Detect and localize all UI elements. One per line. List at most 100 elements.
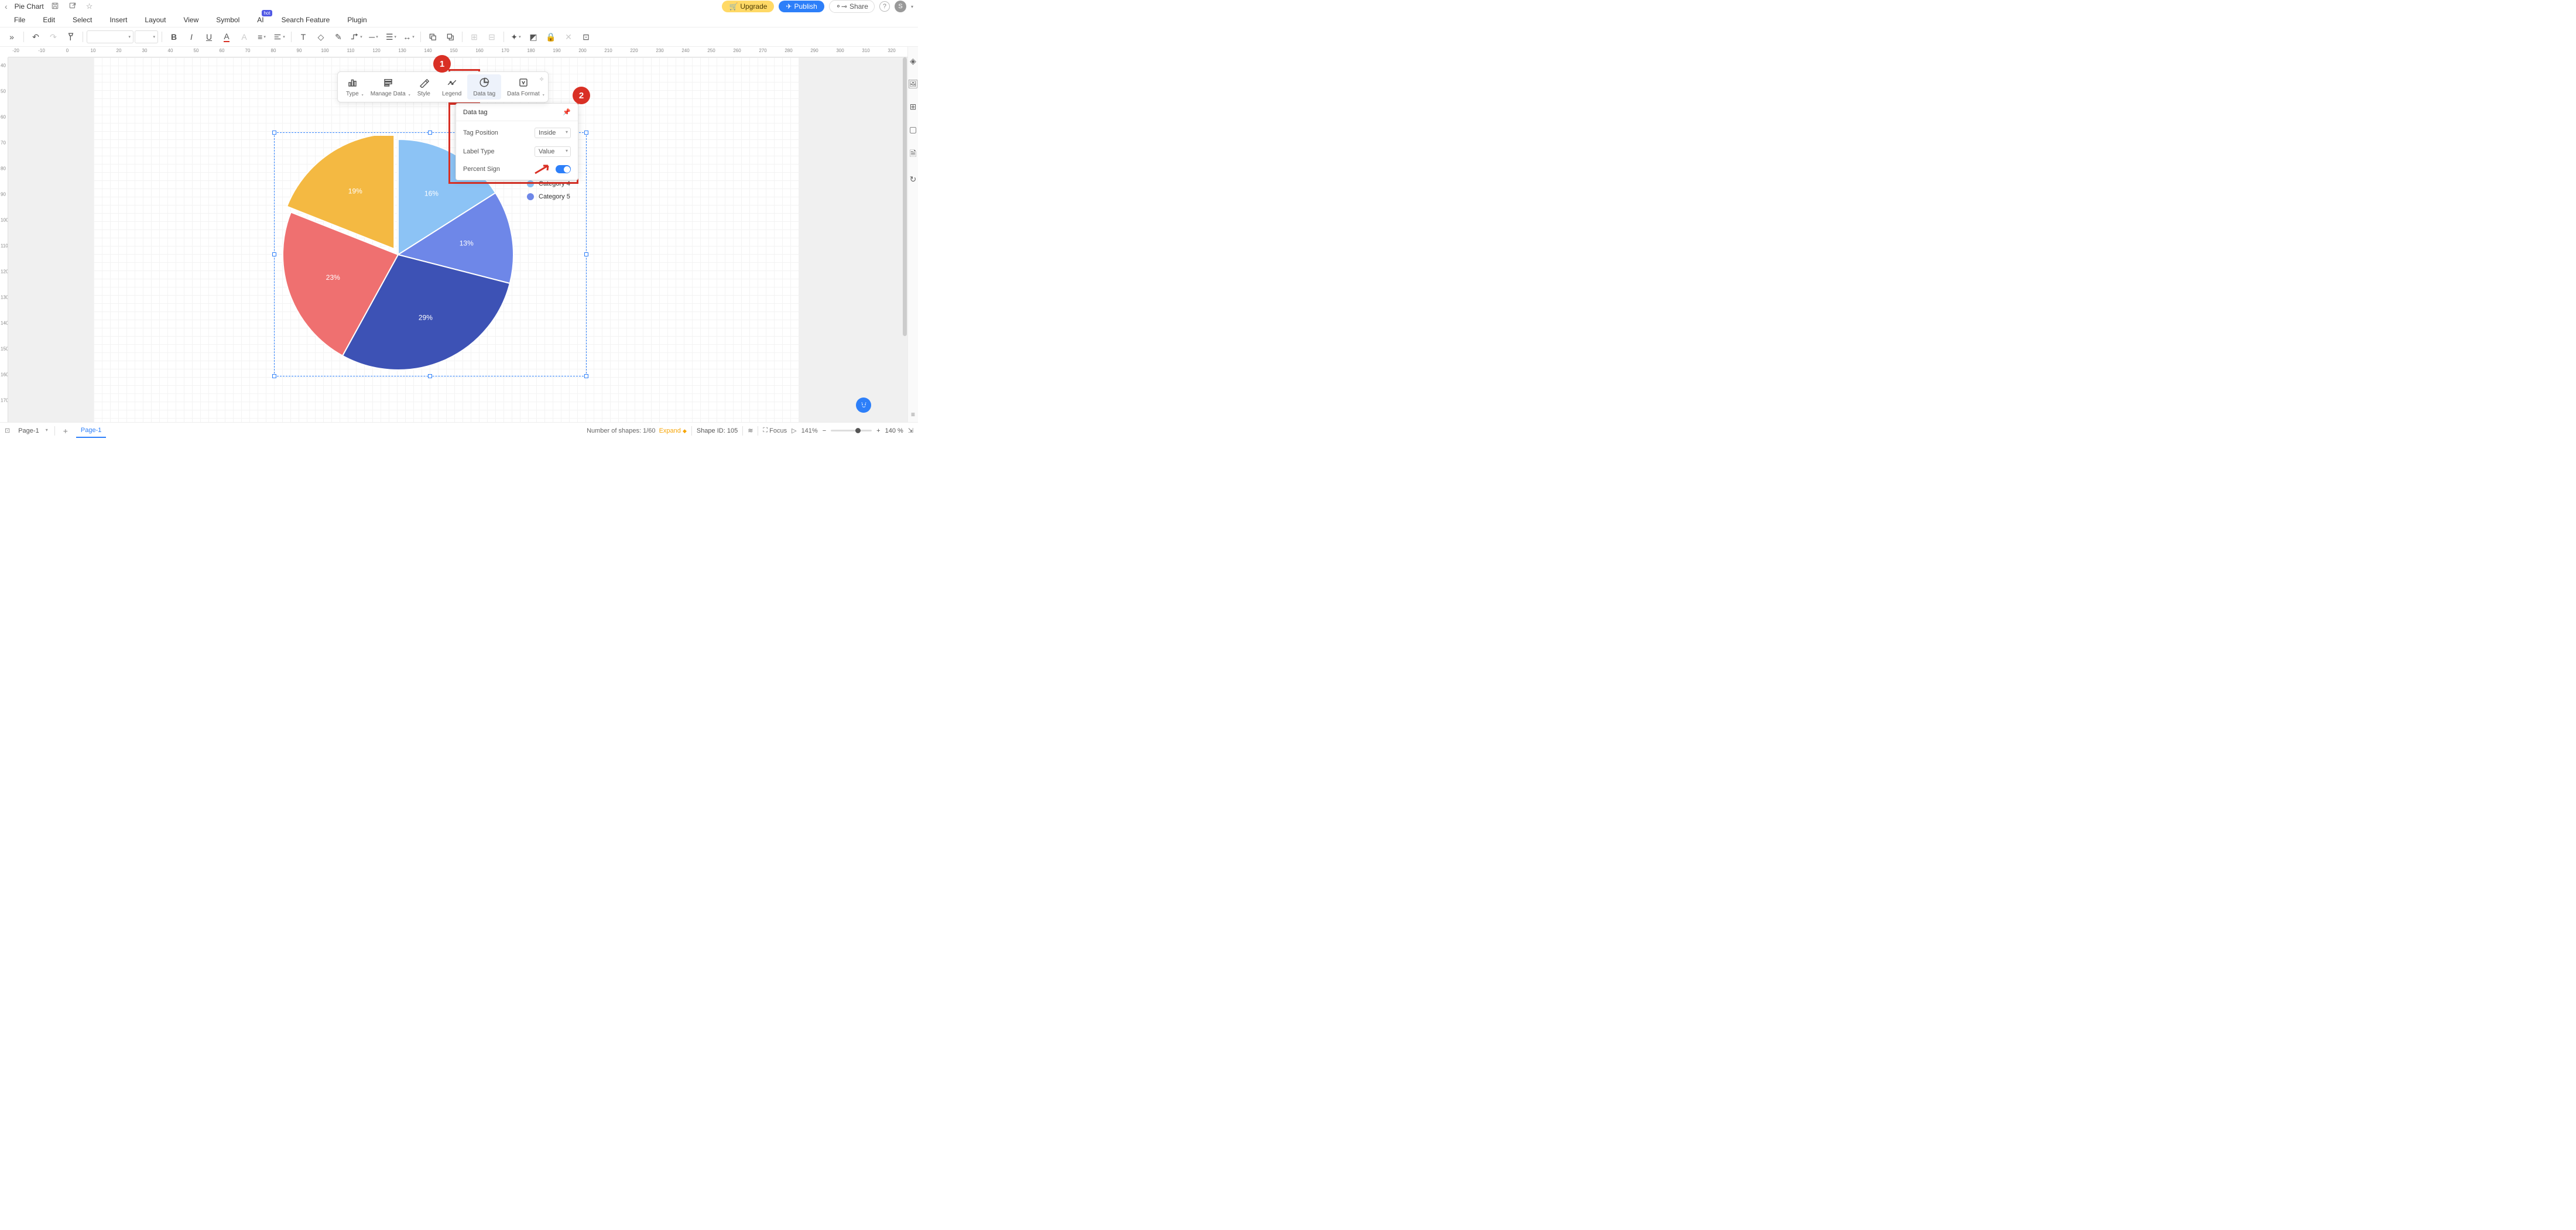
align-v-icon[interactable]: ▾ [271, 29, 287, 45]
resize-handle[interactable] [584, 374, 588, 378]
label-type-select[interactable]: Value [535, 146, 571, 157]
line-color-icon[interactable]: ✎ [330, 29, 347, 45]
layers-icon[interactable]: ≋ [748, 427, 753, 434]
avatar-caret-icon[interactable]: ▾ [911, 4, 913, 9]
float-manage-data-button[interactable]: Manage Data▾ [365, 74, 412, 100]
canvas-page[interactable]: 19%16%13%29%23% alue Category 4 Category… [94, 57, 799, 422]
menu-layout[interactable]: Layout [145, 16, 166, 24]
back-layer-icon[interactable] [442, 29, 458, 45]
image-icon[interactable]: 🖼 [908, 79, 919, 89]
legend-label: Category 5 [539, 193, 570, 200]
menu-ai[interactable]: AIhot [257, 16, 263, 24]
menu-edit[interactable]: Edit [43, 16, 55, 24]
float-data-format-button[interactable]: Data Format▾ [501, 74, 546, 100]
resize-handle[interactable] [272, 131, 276, 135]
expand-link[interactable]: Expand [659, 427, 681, 434]
focus-button[interactable]: ⛶ Focus [763, 427, 787, 434]
page-select[interactable]: Page-1 [15, 426, 49, 436]
page-tab[interactable]: Page-1 [76, 424, 106, 438]
avatar[interactable]: S [895, 1, 906, 12]
plane-icon: ✈ [786, 2, 792, 11]
pie-label: 23% [326, 273, 340, 282]
front-icon[interactable] [424, 29, 441, 45]
help-button[interactable]: ? [879, 1, 890, 12]
resize-handle[interactable] [584, 252, 588, 256]
add-page-button[interactable]: + [60, 426, 71, 436]
menu-search-feature[interactable]: Search Feature [282, 16, 330, 24]
present-icon[interactable]: ▢ [909, 125, 917, 135]
float-data-tag-button[interactable]: Data tag [467, 74, 501, 100]
bold-icon[interactable]: B [166, 29, 182, 45]
resize-handle[interactable] [428, 131, 432, 135]
undo-icon[interactable]: ↶ [28, 29, 44, 45]
font-family-select[interactable]: ▾ [87, 30, 133, 43]
share-button[interactable]: ⚬⊸Share [829, 0, 875, 13]
ungroup-icon[interactable]: ⊟ [484, 29, 500, 45]
menu-symbol[interactable]: Symbol [216, 16, 239, 24]
apps-icon[interactable]: ⊞ [910, 102, 917, 112]
font-size-select[interactable]: ▾ [135, 30, 158, 43]
menu-file[interactable]: File [14, 16, 25, 24]
legend-item: Category 5 [527, 193, 570, 200]
shape-id-label: Shape ID: 105 [697, 427, 738, 434]
notes-icon[interactable]: 🗎 [910, 148, 916, 162]
text-color-icon[interactable]: A [218, 29, 235, 45]
star-icon[interactable]: ☆ [84, 2, 95, 11]
resize-handle[interactable] [272, 252, 276, 256]
expand-panels-icon[interactable]: » [4, 29, 20, 45]
format-icon [518, 77, 529, 88]
upgrade-button[interactable]: 🛒Upgrade [722, 1, 774, 12]
vertical-scrollbar[interactable] [903, 57, 907, 336]
zoom-value[interactable]: 141% [801, 427, 818, 434]
effects-icon[interactable]: ✦▾ [508, 29, 524, 45]
underline-icon[interactable]: U [201, 29, 217, 45]
lock-icon[interactable]: 🔒 [543, 29, 559, 45]
resize-handle[interactable] [584, 131, 588, 135]
legend-icon [447, 77, 457, 88]
group-icon[interactable]: ⊞ [466, 29, 482, 45]
pie-label: 16% [424, 190, 439, 198]
back-icon[interactable]: ‹ [5, 2, 8, 11]
float-type-button[interactable]: Type▾ [340, 74, 365, 100]
align-h-icon[interactable]: ≡▾ [254, 29, 270, 45]
redo-icon[interactable]: ↷ [45, 29, 61, 45]
resize-handle[interactable] [428, 374, 432, 378]
format-painter-icon[interactable] [63, 29, 79, 45]
line-weight-icon[interactable]: ☰▾ [383, 29, 399, 45]
callout-number-2: 2 [573, 87, 590, 104]
float-style-button[interactable]: Style [412, 74, 436, 100]
history-icon[interactable]: ↻ [910, 174, 917, 184]
float-legend-button[interactable]: Legend [436, 74, 467, 100]
italic-icon[interactable]: I [183, 29, 200, 45]
save-icon[interactable] [49, 2, 61, 12]
menu-select[interactable]: Select [73, 16, 92, 24]
export-icon[interactable] [66, 2, 79, 12]
text-tool-icon[interactable]: T [295, 29, 311, 45]
pin-icon[interactable]: 📌 [563, 108, 571, 116]
legend-dot [527, 193, 534, 200]
insert-icon[interactable]: ⊡ [578, 29, 594, 45]
tools-icon[interactable]: ✕ [560, 29, 577, 45]
chat-button[interactable] [856, 398, 871, 413]
collapse-icon[interactable]: ≡ [911, 410, 915, 419]
resize-handle[interactable] [272, 374, 276, 378]
fill-icon[interactable]: ◇ [313, 29, 329, 45]
fit-icon[interactable]: ⇲ [908, 427, 913, 434]
tag-position-select[interactable]: Inside [535, 128, 571, 138]
percent-sign-toggle[interactable] [556, 165, 571, 173]
arrow-style-icon[interactable]: ↔▾ [400, 29, 417, 45]
publish-button[interactable]: ✈Publish [779, 1, 824, 12]
menu-insert[interactable]: Insert [109, 16, 127, 24]
theme-icon[interactable]: ◈ [910, 56, 916, 66]
tabs-toggle-icon[interactable]: ⊡ [5, 427, 10, 434]
crop-icon[interactable]: ◩ [525, 29, 542, 45]
zoom-slider[interactable] [831, 430, 872, 431]
float-label: Data Format [507, 91, 540, 97]
line-style-icon[interactable]: ─▾ [365, 29, 382, 45]
menu-view[interactable]: View [183, 16, 198, 24]
menu-plugin[interactable]: Plugin [347, 16, 366, 24]
share-icon: ⚬⊸ [835, 2, 847, 11]
highlight-icon[interactable]: A [236, 29, 252, 45]
play-icon[interactable]: ▷ [792, 427, 796, 434]
connector-icon[interactable]: ▾ [348, 29, 364, 45]
